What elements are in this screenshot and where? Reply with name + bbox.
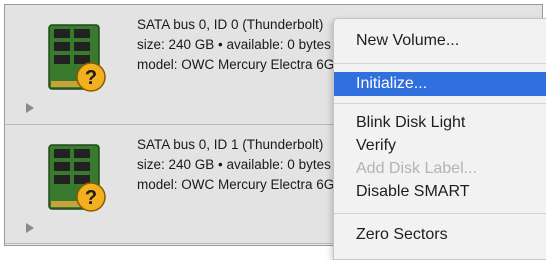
context-menu: New Volume... Initialize... Blink Disk L… bbox=[333, 18, 546, 260]
menu-item-verify[interactable]: Verify bbox=[334, 134, 546, 158]
menu-item-new-volume[interactable]: New Volume... bbox=[334, 29, 546, 53]
menu-item-zero-sectors[interactable]: Zero Sectors bbox=[334, 223, 546, 247]
disk-model: model: OWC Mercury Electra 6G bbox=[137, 57, 335, 72]
menu-separator bbox=[334, 103, 546, 104]
menu-separator bbox=[334, 63, 546, 64]
disk-info: SATA bus 0, ID 1 (Thunderbolt) size: 240… bbox=[137, 135, 334, 195]
menu-separator bbox=[334, 213, 546, 214]
disk-size: size: 240 GB • available: 0 bytes bbox=[137, 157, 331, 172]
disclosure-triangle-icon[interactable] bbox=[26, 103, 34, 113]
disk-model: model: OWC Mercury Electra 6G bbox=[137, 177, 335, 192]
disk-size: size: 240 GB • available: 0 bytes bbox=[137, 37, 331, 52]
disk-bus: SATA bus 0, ID 1 (Thunderbolt) bbox=[137, 137, 324, 152]
ssd-question-icon: ? bbox=[48, 24, 106, 92]
svg-text:?: ? bbox=[85, 187, 97, 209]
menu-item-disable-smart[interactable]: Disable SMART bbox=[334, 180, 546, 204]
menu-item-add-disk-label: Add Disk Label... bbox=[356, 160, 477, 177]
menu-item-initialize[interactable]: Initialize... bbox=[334, 72, 546, 96]
disclosure-triangle-icon[interactable] bbox=[26, 223, 34, 233]
ssd-question-icon: ? bbox=[48, 144, 106, 212]
disk-bus: SATA bus 0, ID 0 (Thunderbolt) bbox=[137, 17, 324, 32]
disk-info: SATA bus 0, ID 0 (Thunderbolt) size: 240… bbox=[137, 15, 334, 75]
svg-text:?: ? bbox=[85, 67, 97, 89]
menu-item-blink-disk-light[interactable]: Blink Disk Light bbox=[334, 111, 546, 135]
